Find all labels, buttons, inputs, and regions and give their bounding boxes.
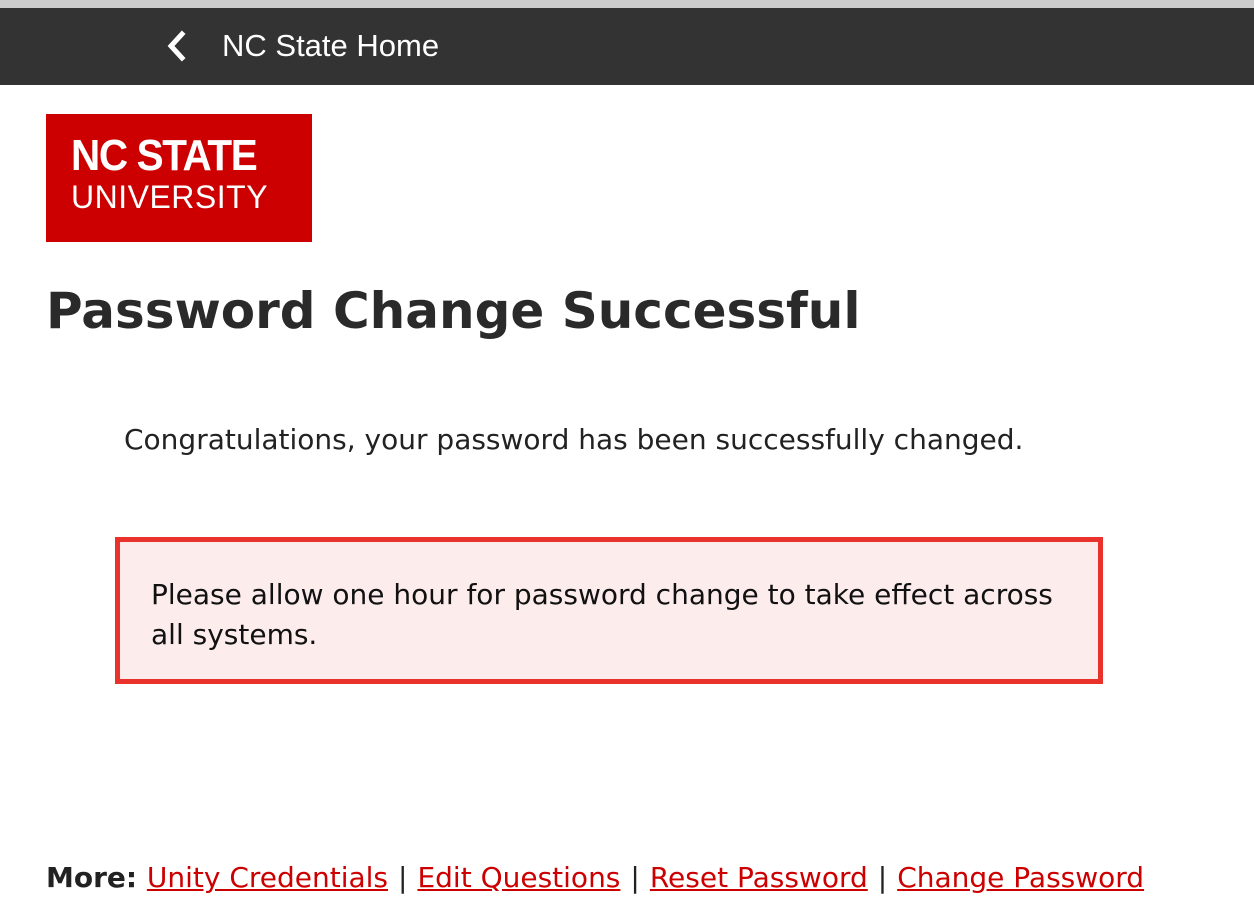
link-separator: | xyxy=(398,861,408,894)
page-title: Password Change Successful xyxy=(46,282,861,340)
link-separator: | xyxy=(877,861,888,894)
link-separator: | xyxy=(630,861,640,894)
nc-state-university-logo: NC STATE UNIVERSITY xyxy=(46,114,312,242)
more-links-footer: More: Unity Credentials | Edit Questions | R… xyxy=(46,858,1144,898)
success-message: Congratulations, your password has been … xyxy=(124,423,1024,456)
logo-wordmark-line2: UNIVERSITY xyxy=(71,179,269,215)
notice-box: Please allow one hour for password chang… xyxy=(115,537,1103,684)
edit-questions-link[interactable]: Edit Questions xyxy=(417,861,620,894)
top-border xyxy=(0,0,1254,8)
reset-password-link[interactable]: Reset Password xyxy=(650,861,868,894)
notice-text: Please allow one hour for password chang… xyxy=(151,578,1053,651)
top-nav-bar: NC State Home xyxy=(0,8,1254,85)
home-link-label: NC State Home xyxy=(222,28,440,63)
logo-wordmark-line1: NC STATE xyxy=(71,131,258,180)
change-password-link[interactable]: Change Password xyxy=(897,861,1144,894)
unity-credentials-link[interactable]: Unity Credentials xyxy=(147,861,388,894)
nc-state-home-link[interactable]: NC State Home xyxy=(158,28,439,64)
more-label: More: xyxy=(46,861,147,894)
chevron-left-icon xyxy=(158,28,194,64)
